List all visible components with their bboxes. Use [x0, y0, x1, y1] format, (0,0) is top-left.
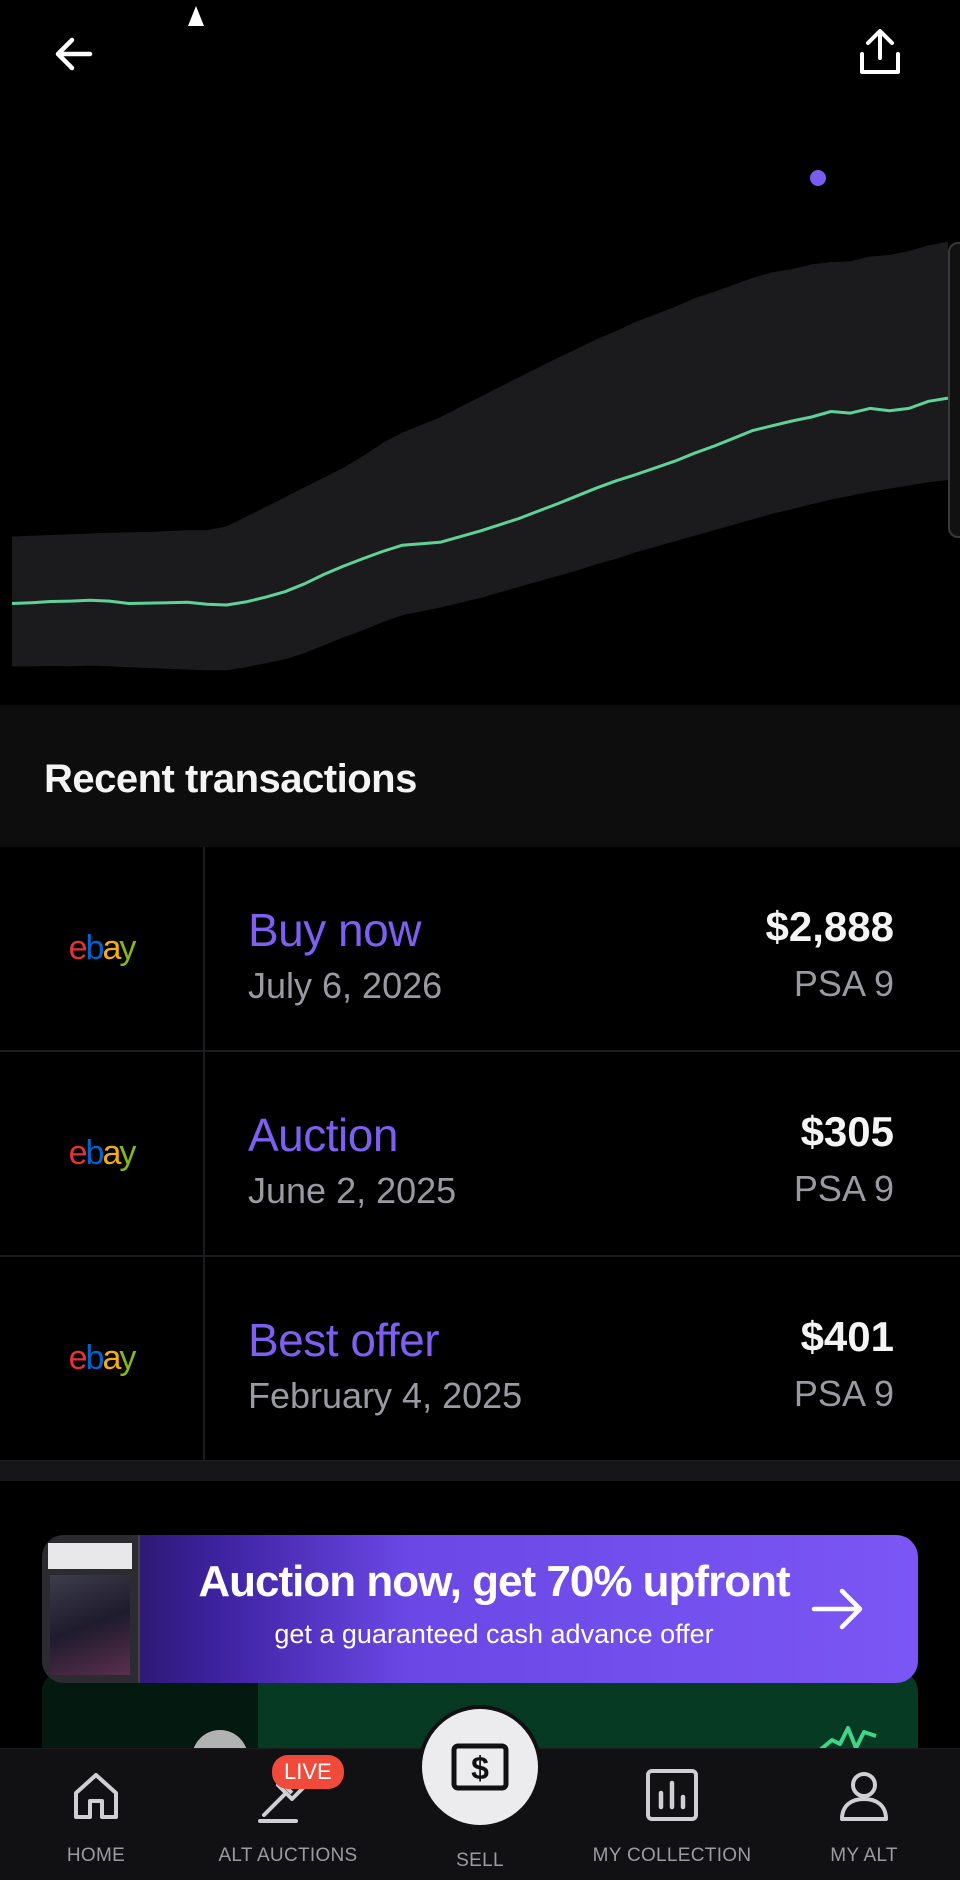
price-chart-svg [11, 241, 949, 671]
transaction-date: July 6, 2026 [248, 965, 443, 1006]
nav-home[interactable]: HOME [0, 1749, 192, 1880]
transaction-row[interactable]: ebay Best offer February 4, 2025 $401 PS… [0, 1257, 960, 1462]
ebay-logo: ebay [68, 1339, 137, 1377]
nav-my-alt[interactable]: MY ALT [768, 1749, 960, 1880]
graded-card-image [42, 1535, 140, 1683]
ebay-logo-cell: ebay [0, 847, 205, 1050]
transaction-grade: PSA 9 [793, 1168, 894, 1209]
transaction-grade: PSA 9 [793, 1373, 894, 1414]
bar-chart-icon [640, 1763, 704, 1827]
nav-label: MY ALT [830, 1845, 898, 1866]
pointer-marker-icon [188, 6, 204, 26]
promo-subtitle: get a guaranteed cash advance offer [274, 1619, 714, 1649]
transactions-list: ebay Buy now July 6, 2026 $2,888 PSA 9 e… [0, 847, 960, 1462]
nav-label: ALT AUCTIONS [218, 1845, 358, 1866]
recent-transactions-header: Recent transactions [0, 705, 960, 847]
slab-label [48, 1543, 132, 1569]
sell-button[interactable]: $ [422, 1709, 538, 1825]
transaction-grade: PSA 9 [793, 963, 894, 1004]
chart-current-marker [810, 170, 826, 186]
auction-promo-banner[interactable]: Auction now, get 70% upfront get a guara… [42, 1535, 918, 1683]
nav-label: SELL [456, 1850, 504, 1871]
transaction-price: $2,888 [765, 903, 894, 950]
back-button[interactable] [42, 22, 106, 86]
transaction-date: June 2, 2025 [248, 1170, 457, 1211]
arrow-right-icon [811, 1588, 863, 1630]
ebay-logo: ebay [68, 1134, 137, 1172]
arrow-left-icon [55, 37, 93, 71]
nav-label: MY COLLECTION [592, 1845, 752, 1866]
transaction-type: Buy now [248, 904, 421, 956]
share-upload-icon [860, 29, 900, 74]
confidence-band [12, 241, 948, 671]
transaction-type: Auction [248, 1109, 398, 1161]
promo-title: Auction now, get 70% upfront [198, 1557, 790, 1606]
ebay-logo: ebay [68, 929, 137, 967]
transaction-type: Best offer [248, 1314, 440, 1366]
ebay-logo-cell: ebay [0, 1257, 205, 1460]
share-button[interactable] [848, 20, 912, 84]
svg-text:$: $ [471, 1750, 489, 1786]
app-screen: Recent transactions ebay Buy now July 6,… [0, 0, 960, 1880]
chart-scroll-handle[interactable] [948, 242, 960, 538]
transaction-row[interactable]: ebay Auction June 2, 2025 $305 PSA 9 [0, 1052, 960, 1257]
card-artwork [50, 1575, 130, 1675]
section-divider [0, 1461, 960, 1481]
transaction-date: February 4, 2025 [248, 1375, 523, 1416]
transaction-price: $305 [800, 1108, 894, 1155]
section-title: Recent transactions [44, 757, 417, 801]
dollar-bill-icon: $ [451, 1743, 509, 1791]
ebay-logo-cell: ebay [0, 1052, 205, 1255]
nav-label: HOME [66, 1845, 126, 1866]
transaction-row[interactable]: ebay Buy now July 6, 2026 $2,888 PSA 9 [0, 847, 960, 1052]
user-icon [832, 1763, 896, 1827]
nav-my-collection[interactable]: MY COLLECTION [576, 1749, 768, 1880]
transaction-price: $401 [800, 1313, 894, 1360]
live-badge: LIVE [272, 1755, 344, 1789]
home-icon [64, 1763, 128, 1827]
price-chart[interactable] [0, 100, 960, 705]
